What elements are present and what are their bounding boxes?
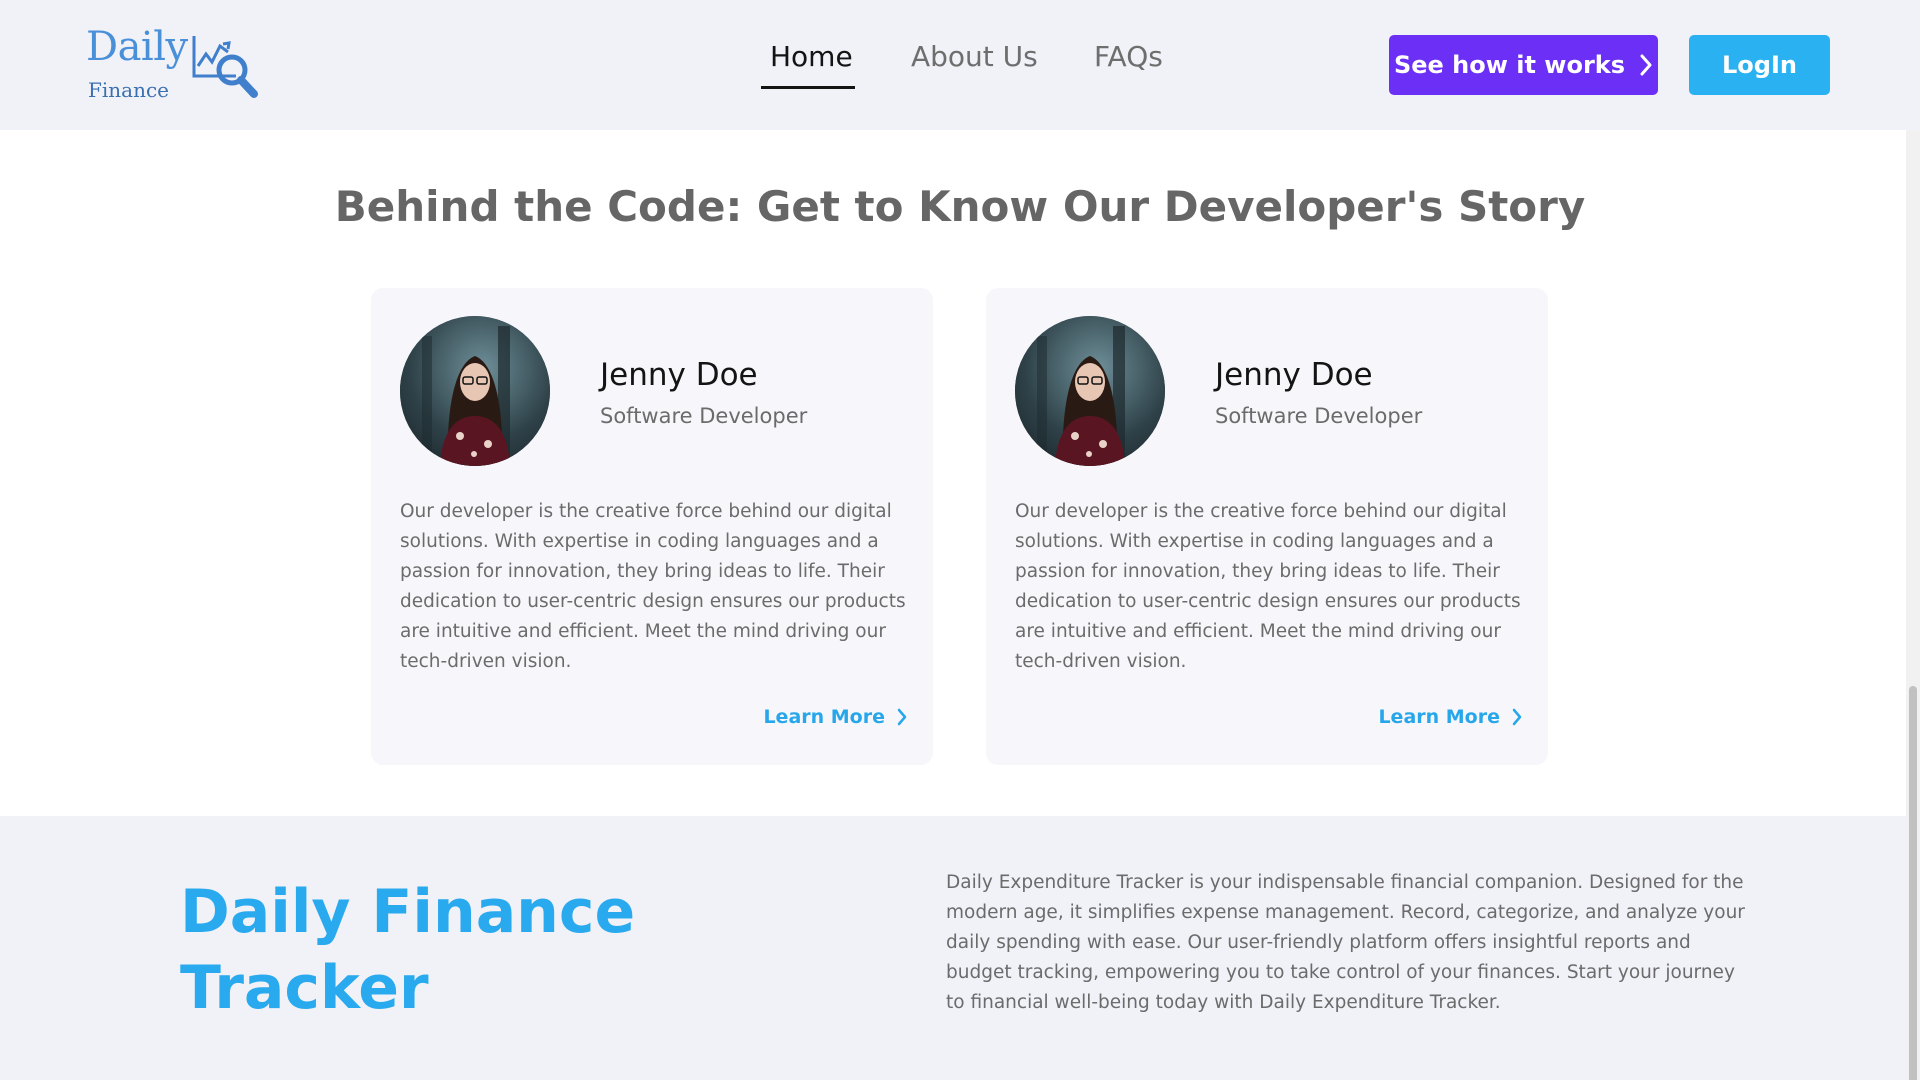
- chart-magnifier-icon: [192, 36, 258, 98]
- footer-title: Daily Finance Tracker: [180, 877, 636, 1023]
- footer-section: Daily Finance Tracker Daily Expenditure …: [0, 816, 1906, 1080]
- avatar: [1015, 316, 1165, 466]
- developer-card: Jenny Doe Software Developer Our develop…: [986, 288, 1548, 765]
- developer-name: Jenny Doe: [1215, 357, 1373, 393]
- scrollbar-thumb[interactable]: [1909, 686, 1917, 1080]
- nav-about-us[interactable]: About Us: [911, 40, 1038, 73]
- developer-bio: Our developer is the creative force behi…: [400, 501, 906, 672]
- learn-more-link[interactable]: Learn More: [763, 706, 907, 728]
- chevron-right-icon: [1512, 708, 1522, 726]
- section-title: Behind the Code: Get to Know Our Develop…: [334, 182, 1586, 231]
- developer-role: Software Developer: [1215, 404, 1423, 428]
- login-button[interactable]: LogIn: [1689, 35, 1830, 95]
- developer-bio: Our developer is the creative force behi…: [1015, 501, 1521, 672]
- developer-name: Jenny Doe: [600, 357, 758, 393]
- nav-faqs[interactable]: FAQs: [1094, 40, 1163, 73]
- chevron-right-icon: [897, 708, 907, 726]
- learn-more-link[interactable]: Learn More: [1378, 706, 1522, 728]
- avatar: [400, 316, 550, 466]
- profile-photo-icon: [1015, 316, 1165, 466]
- developer-role: Software Developer: [600, 404, 808, 428]
- profile-photo-icon: [400, 316, 550, 466]
- page-scrollbar[interactable]: [1906, 130, 1920, 1080]
- footer-description: Daily Expenditure Tracker is your indisp…: [946, 872, 1745, 1013]
- chevron-right-icon: [1640, 54, 1652, 76]
- nav-active-underline: [761, 86, 855, 89]
- brand-logo[interactable]: Daily Finance: [86, 24, 266, 104]
- learn-more-label: Learn More: [763, 706, 885, 728]
- logo-text-finance: Finance: [88, 78, 169, 102]
- site-header: Daily Finance Home About Us FAQs See how…: [0, 0, 1920, 130]
- see-how-it-works-button[interactable]: See how it works: [1389, 35, 1658, 95]
- logo-text-daily: Daily: [86, 24, 188, 70]
- developer-card: Jenny Doe Software Developer Our develop…: [371, 288, 933, 765]
- see-how-it-works-label: See how it works: [1393, 51, 1626, 79]
- learn-more-label: Learn More: [1378, 706, 1500, 728]
- nav-home[interactable]: Home: [770, 40, 853, 73]
